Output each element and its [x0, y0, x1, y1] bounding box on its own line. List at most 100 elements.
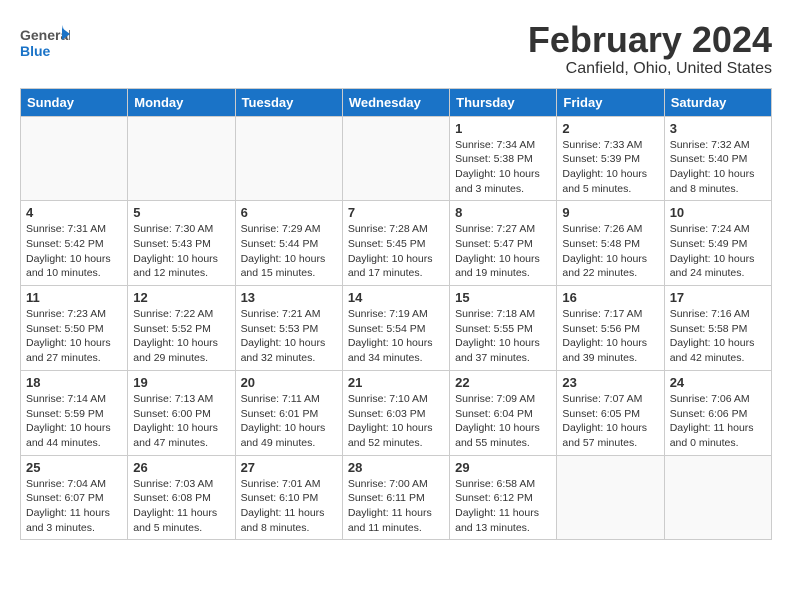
calendar-cell	[342, 116, 449, 201]
day-number: 5	[133, 205, 229, 220]
day-info: Sunrise: 7:00 AM Sunset: 6:11 PM Dayligh…	[348, 477, 444, 536]
day-number: 17	[670, 290, 766, 305]
day-number: 16	[562, 290, 658, 305]
day-info: Sunrise: 7:30 AM Sunset: 5:43 PM Dayligh…	[133, 222, 229, 281]
calendar-cell: 7 Sunrise: 7:28 AM Sunset: 5:45 PM Daylig…	[342, 201, 449, 286]
calendar-cell: 28 Sunrise: 7:00 AM Sunset: 6:11 PM Dayli…	[342, 455, 449, 540]
calendar-cell	[128, 116, 235, 201]
day-info: Sunrise: 7:06 AM Sunset: 6:06 PM Dayligh…	[670, 392, 766, 451]
calendar-cell: 18Sunrise: 7:14 AM Sunset: 5:59 PM Dayli…	[21, 370, 128, 455]
calendar-cell: 21 Sunrise: 7:10 AM Sunset: 6:03 PM Dayli…	[342, 370, 449, 455]
day-info: Sunrise: 7:24 AM Sunset: 5:49 PM Dayligh…	[670, 222, 766, 281]
week-row-5: 25 Sunrise: 7:04 AM Sunset: 6:07 PM Dayli…	[21, 455, 772, 540]
calendar-cell: 14 Sunrise: 7:19 AM Sunset: 5:54 PM Dayli…	[342, 286, 449, 371]
week-row-3: 11 Sunrise: 7:23 AM Sunset: 5:50 PM Dayli…	[21, 286, 772, 371]
weekday-header-saturday: Saturday	[664, 88, 771, 116]
day-number: 29	[455, 460, 551, 475]
calendar-cell	[664, 455, 771, 540]
day-number: 11	[26, 290, 122, 305]
weekday-header-monday: Monday	[128, 88, 235, 116]
day-info: Sunrise: 7:34 AM Sunset: 5:38 PM Dayligh…	[455, 138, 551, 197]
month-title: February 2024	[528, 20, 772, 60]
day-info: Sunrise: 7:27 AM Sunset: 5:47 PM Dayligh…	[455, 222, 551, 281]
calendar-cell: 23 Sunrise: 7:07 AM Sunset: 6:05 PM Dayli…	[557, 370, 664, 455]
calendar-cell: 11 Sunrise: 7:23 AM Sunset: 5:50 PM Dayli…	[21, 286, 128, 371]
calendar-cell: 4 Sunrise: 7:31 AM Sunset: 5:42 PM Daylig…	[21, 201, 128, 286]
day-info: Sunrise: 7:23 AM Sunset: 5:50 PM Dayligh…	[26, 307, 122, 366]
calendar-cell: 1 Sunrise: 7:34 AM Sunset: 5:38 PM Daylig…	[450, 116, 557, 201]
calendar-cell: 22 Sunrise: 7:09 AM Sunset: 6:04 PM Dayli…	[450, 370, 557, 455]
calendar-cell: 13 Sunrise: 7:21 AM Sunset: 5:53 PM Dayli…	[235, 286, 342, 371]
day-info: Sunrise: 7:26 AM Sunset: 5:48 PM Dayligh…	[562, 222, 658, 281]
day-number: 23	[562, 375, 658, 390]
day-number: 3	[670, 121, 766, 136]
day-number: 27	[241, 460, 337, 475]
day-info: Sunrise: 7:16 AM Sunset: 5:58 PM Dayligh…	[670, 307, 766, 366]
day-info: Sunrise: 7:31 AM Sunset: 5:42 PM Dayligh…	[26, 222, 122, 281]
day-info: Sunrise: 7:04 AM Sunset: 6:07 PM Dayligh…	[26, 477, 122, 536]
day-info: Sunrise: 7:01 AM Sunset: 6:10 PM Dayligh…	[241, 477, 337, 536]
day-info: Sunrise: 7:29 AM Sunset: 5:44 PM Dayligh…	[241, 222, 337, 281]
calendar-cell	[21, 116, 128, 201]
calendar-cell: 12Sunrise: 7:22 AM Sunset: 5:52 PM Dayli…	[128, 286, 235, 371]
day-info: Sunrise: 7:21 AM Sunset: 5:53 PM Dayligh…	[241, 307, 337, 366]
day-number: 6	[241, 205, 337, 220]
day-number: 22	[455, 375, 551, 390]
calendar-cell: 15Sunrise: 7:18 AM Sunset: 5:55 PM Dayli…	[450, 286, 557, 371]
weekday-header-wednesday: Wednesday	[342, 88, 449, 116]
day-info: Sunrise: 7:28 AM Sunset: 5:45 PM Dayligh…	[348, 222, 444, 281]
page-header: General Blue February 2024 Canfield, Ohi…	[20, 20, 772, 78]
day-number: 25	[26, 460, 122, 475]
weekday-header-row: SundayMondayTuesdayWednesdayThursdayFrid…	[21, 88, 772, 116]
day-info: Sunrise: 6:58 AM Sunset: 6:12 PM Dayligh…	[455, 477, 551, 536]
calendar-cell: 19Sunrise: 7:13 AM Sunset: 6:00 PM Dayli…	[128, 370, 235, 455]
day-info: Sunrise: 7:07 AM Sunset: 6:05 PM Dayligh…	[562, 392, 658, 451]
weekday-header-friday: Friday	[557, 88, 664, 116]
day-number: 8	[455, 205, 551, 220]
calendar-cell: 20 Sunrise: 7:11 AM Sunset: 6:01 PM Dayli…	[235, 370, 342, 455]
day-info: Sunrise: 7:10 AM Sunset: 6:03 PM Dayligh…	[348, 392, 444, 451]
day-number: 28	[348, 460, 444, 475]
weekday-header-thursday: Thursday	[450, 88, 557, 116]
day-info: Sunrise: 7:19 AM Sunset: 5:54 PM Dayligh…	[348, 307, 444, 366]
day-number: 13	[241, 290, 337, 305]
day-info: Sunrise: 7:09 AM Sunset: 6:04 PM Dayligh…	[455, 392, 551, 451]
calendar-cell	[557, 455, 664, 540]
calendar-cell: 5 Sunrise: 7:30 AM Sunset: 5:43 PM Daylig…	[128, 201, 235, 286]
day-info: Sunrise: 7:33 AM Sunset: 5:39 PM Dayligh…	[562, 138, 658, 197]
calendar-cell: 26 Sunrise: 7:03 AM Sunset: 6:08 PM Dayli…	[128, 455, 235, 540]
location-subtitle: Canfield, Ohio, United States	[528, 60, 772, 78]
calendar-cell: 3 Sunrise: 7:32 AM Sunset: 5:40 PM Daylig…	[664, 116, 771, 201]
day-info: Sunrise: 7:11 AM Sunset: 6:01 PM Dayligh…	[241, 392, 337, 451]
day-number: 10	[670, 205, 766, 220]
day-number: 14	[348, 290, 444, 305]
calendar-cell: 29 Sunrise: 6:58 AM Sunset: 6:12 PM Dayli…	[450, 455, 557, 540]
calendar-cell: 25 Sunrise: 7:04 AM Sunset: 6:07 PM Dayli…	[21, 455, 128, 540]
day-number: 19	[133, 375, 229, 390]
day-number: 20	[241, 375, 337, 390]
day-number: 7	[348, 205, 444, 220]
day-number: 9	[562, 205, 658, 220]
calendar-cell: 17 Sunrise: 7:16 AM Sunset: 5:58 PM Dayli…	[664, 286, 771, 371]
title-area: February 2024 Canfield, Ohio, United Sta…	[528, 20, 772, 78]
day-number: 26	[133, 460, 229, 475]
day-number: 24	[670, 375, 766, 390]
day-info: Sunrise: 7:32 AM Sunset: 5:40 PM Dayligh…	[670, 138, 766, 197]
svg-text:Blue: Blue	[20, 43, 51, 59]
calendar-cell: 10 Sunrise: 7:24 AM Sunset: 5:49 PM Dayli…	[664, 201, 771, 286]
day-info: Sunrise: 7:22 AM Sunset: 5:52 PM Dayligh…	[133, 307, 229, 366]
calendar-cell	[235, 116, 342, 201]
day-number: 2	[562, 121, 658, 136]
day-number: 4	[26, 205, 122, 220]
day-number: 1	[455, 121, 551, 136]
calendar-cell: 9 Sunrise: 7:26 AM Sunset: 5:48 PM Daylig…	[557, 201, 664, 286]
calendar-cell: 8 Sunrise: 7:27 AM Sunset: 5:47 PM Daylig…	[450, 201, 557, 286]
calendar-cell: 24 Sunrise: 7:06 AM Sunset: 6:06 PM Dayli…	[664, 370, 771, 455]
day-info: Sunrise: 7:18 AM Sunset: 5:55 PM Dayligh…	[455, 307, 551, 366]
calendar-table: SundayMondayTuesdayWednesdayThursdayFrid…	[20, 88, 772, 541]
day-info: Sunrise: 7:03 AM Sunset: 6:08 PM Dayligh…	[133, 477, 229, 536]
day-number: 21	[348, 375, 444, 390]
weekday-header-sunday: Sunday	[21, 88, 128, 116]
day-number: 18	[26, 375, 122, 390]
calendar-cell: 16Sunrise: 7:17 AM Sunset: 5:56 PM Dayli…	[557, 286, 664, 371]
